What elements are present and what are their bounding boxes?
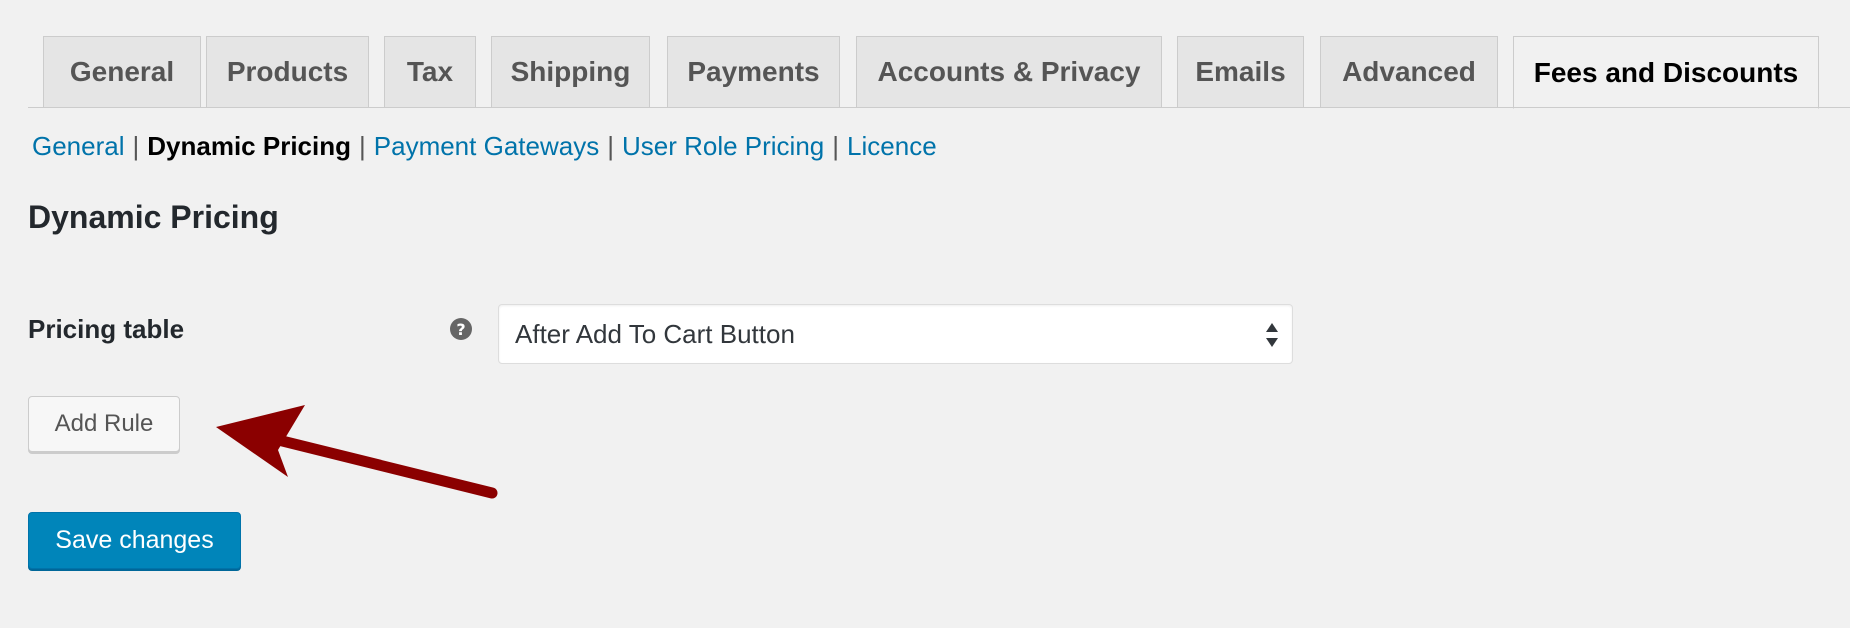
page-title: Dynamic Pricing (28, 199, 279, 235)
tab-accounts-privacy[interactable]: Accounts & Privacy (856, 36, 1162, 107)
subnav-separator: | (832, 130, 840, 161)
subnav-separator: | (359, 130, 366, 161)
subnav-separator: | (607, 130, 614, 161)
subnav-separator: | (132, 130, 140, 161)
subnav-licence[interactable]: Licence (847, 131, 937, 162)
tab-advanced[interactable]: Advanced (1320, 36, 1498, 107)
subnav-payment-gateways[interactable]: Payment Gateways (374, 131, 599, 162)
subnav: General | Dynamic Pricing | Payment Gate… (32, 128, 937, 164)
pricing-table-select[interactable]: After Add To Cart Button (498, 304, 1293, 364)
tab-products[interactable]: Products (206, 36, 369, 107)
tab-payments[interactable]: Payments (667, 36, 840, 107)
tabs-divider (28, 107, 1850, 108)
question-circle-icon[interactable]: ? (450, 318, 472, 340)
settings-tabs: General Products Tax Shipping Payments A… (0, 0, 1850, 109)
add-rule-button[interactable]: Add Rule (28, 396, 180, 452)
tab-general[interactable]: General (43, 36, 201, 107)
subnav-user-role-pricing[interactable]: User Role Pricing (622, 131, 824, 162)
save-changes-button[interactable]: Save changes (28, 512, 241, 569)
red-arrow-annotation (216, 405, 498, 499)
subnav-dynamic-pricing: Dynamic Pricing (147, 130, 351, 161)
select-updown-icon (1266, 323, 1278, 347)
tab-emails[interactable]: Emails (1177, 36, 1304, 107)
tab-tax[interactable]: Tax (384, 36, 476, 107)
subnav-general[interactable]: General (32, 131, 125, 162)
tab-fees-and-discounts[interactable]: Fees and Discounts (1513, 36, 1819, 109)
tab-shipping[interactable]: Shipping (491, 36, 650, 107)
pricing-table-label: Pricing table (28, 314, 185, 344)
pricing-table-selected-value: After Add To Cart Button (515, 318, 795, 349)
